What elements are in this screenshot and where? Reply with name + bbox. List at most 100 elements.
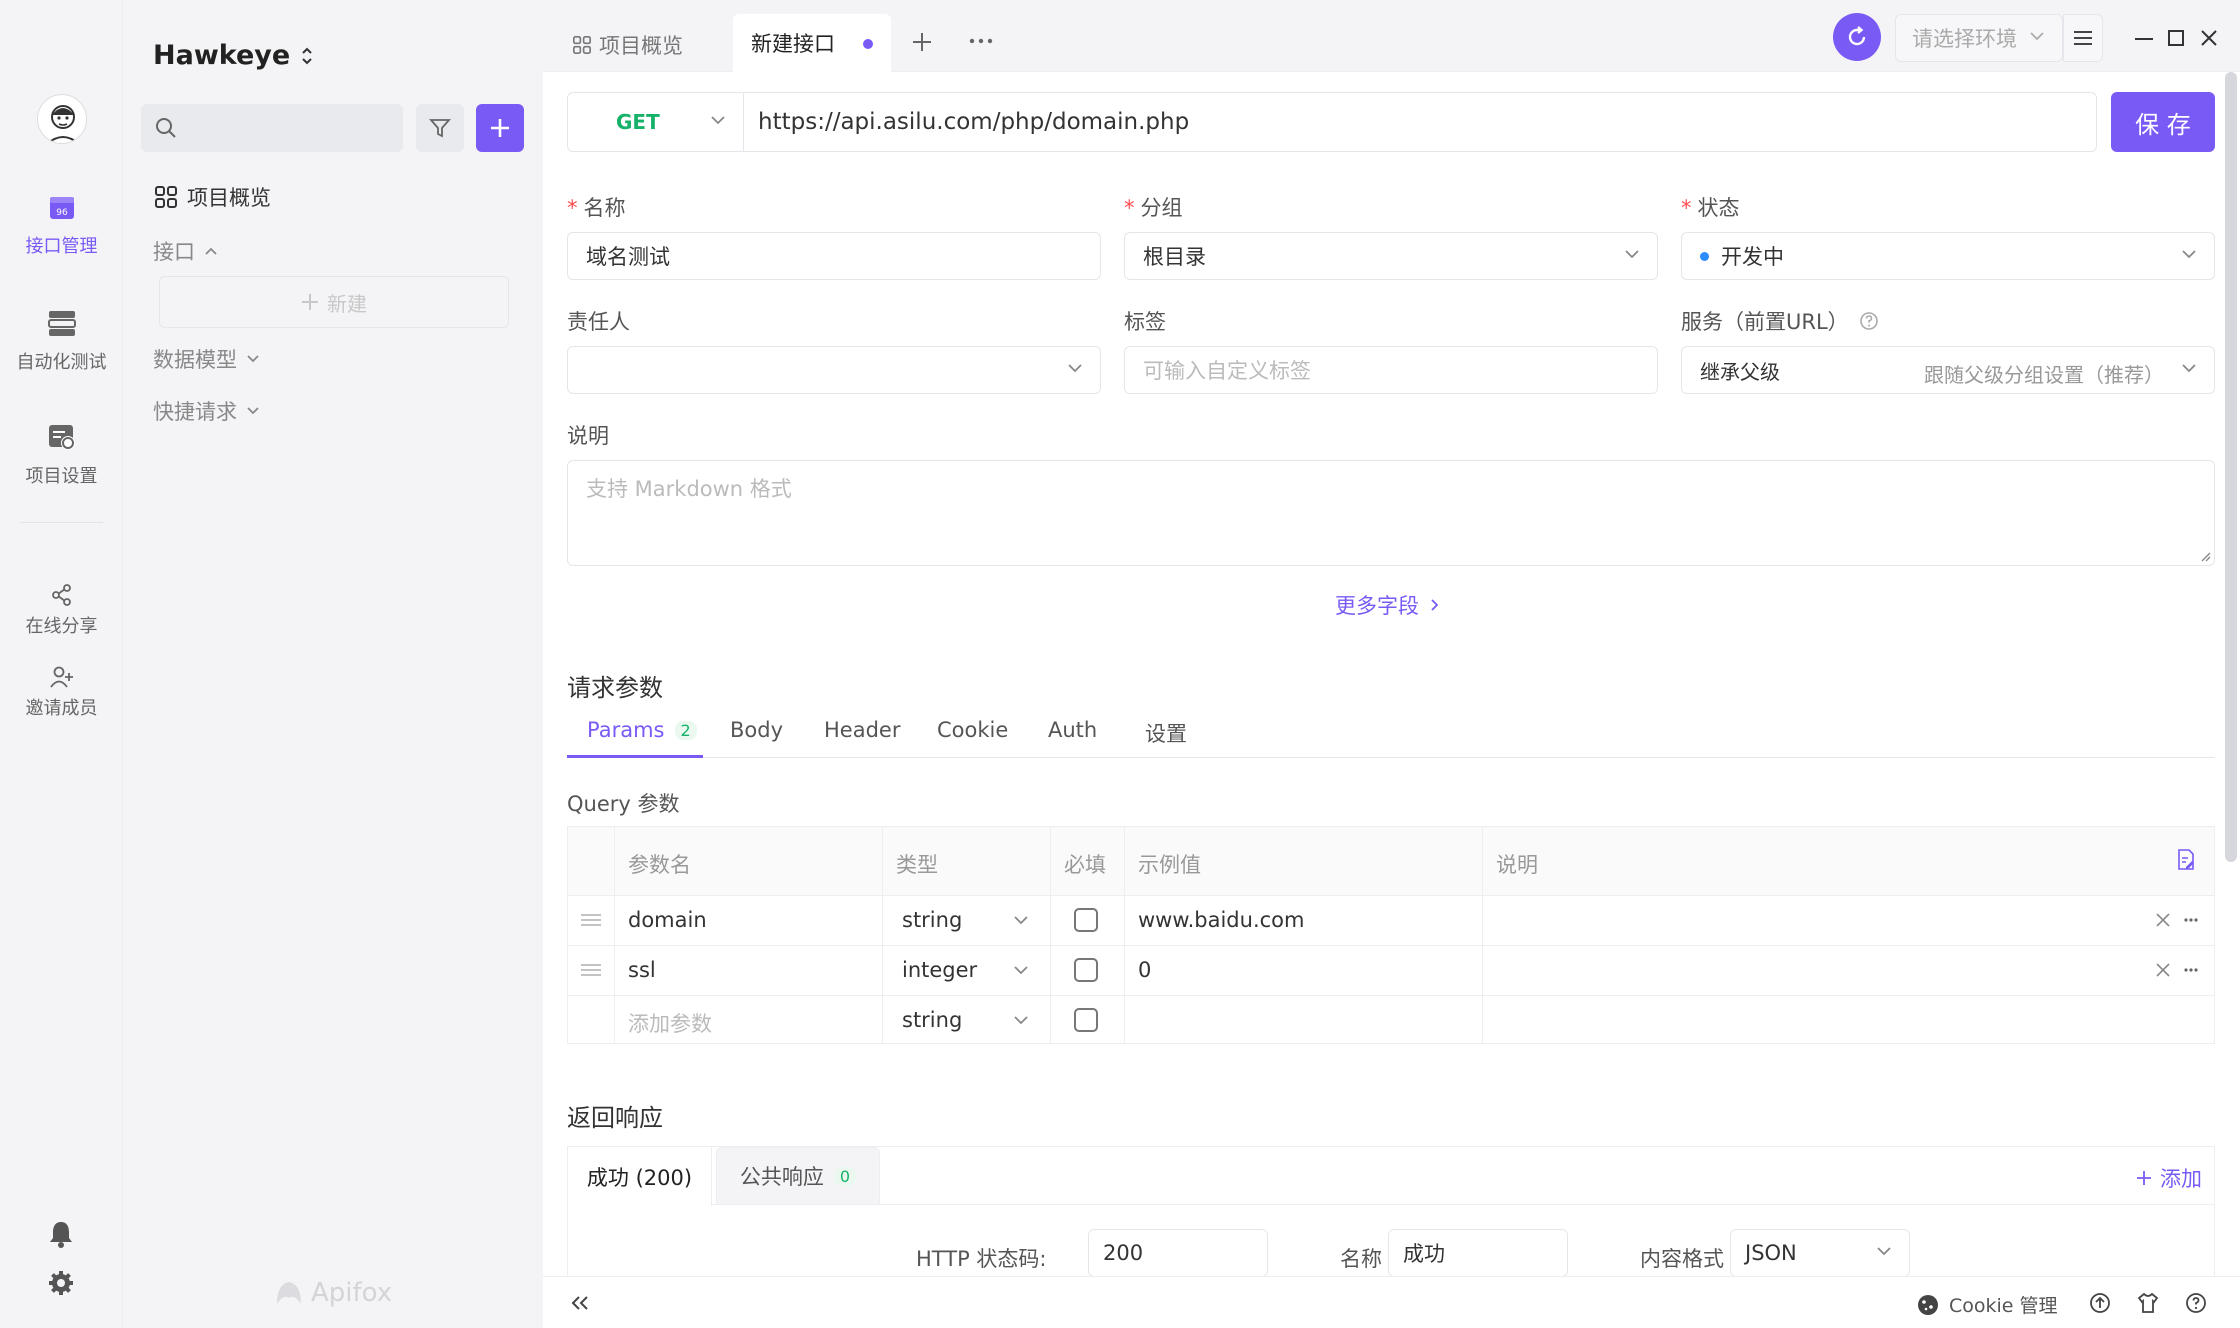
param-name[interactable]: ssl — [628, 958, 656, 982]
add-button[interactable] — [476, 104, 524, 152]
tab-response-common[interactable]: 公共响应 0 — [716, 1147, 880, 1205]
description-textarea[interactable]: 支持 Markdown 格式 — [567, 460, 2215, 566]
upload-circle-icon[interactable] — [2089, 1292, 2111, 1314]
tree-section-quick-request[interactable]: 快捷请求 — [153, 396, 259, 426]
filter-icon — [429, 117, 451, 139]
add-response-link[interactable]: 添加 — [2136, 1163, 2202, 1193]
rail-invite-member[interactable]: 邀请成员 — [0, 666, 123, 720]
sync-button[interactable] — [1833, 13, 1881, 61]
main-panel: 项目概览 新建接口 请选择环境 GET https://api.asilu.co… — [543, 0, 2240, 1328]
tab-cookie[interactable]: Cookie — [937, 718, 1008, 742]
project-switcher[interactable]: Hawkeye — [153, 40, 314, 71]
http-method: GET — [616, 110, 660, 134]
shirt-icon[interactable] — [2137, 1292, 2159, 1314]
apifox-watermark: Apifox — [275, 1278, 392, 1308]
required-checkbox[interactable] — [1074, 908, 1098, 932]
column-header: 示例值 — [1138, 853, 1201, 877]
help-circle-icon[interactable] — [1859, 311, 1879, 331]
drag-handle-icon[interactable] — [580, 963, 602, 977]
group-select[interactable]: 根目录 — [1124, 232, 1658, 280]
filter-button[interactable] — [416, 104, 464, 152]
tab-response-success[interactable]: 成功 (200) — [568, 1147, 712, 1206]
table-row: domain string www.baidu.com — [568, 896, 2214, 945]
http-status-input[interactable]: 200 — [1088, 1229, 1268, 1277]
params-tabs: Params 2 Body Header Cookie Auth 设置 — [567, 718, 2215, 758]
save-button[interactable]: 保 存 — [2111, 92, 2215, 152]
chevron-down-icon — [1625, 250, 1639, 259]
rail-item-label: 项目设置 — [25, 466, 98, 487]
row-more-ellipsis-icon[interactable] — [2184, 918, 2198, 922]
drag-handle-icon[interactable] — [580, 913, 602, 927]
group-label: * 分组 — [1124, 196, 1183, 220]
window-minimize-icon[interactable] — [2135, 38, 2153, 40]
http-method-select[interactable]: GET — [568, 93, 744, 151]
http-status-value: 200 — [1103, 1241, 1144, 1265]
owner-select[interactable] — [567, 346, 1101, 394]
required-checkbox[interactable] — [1074, 1008, 1098, 1032]
url-input[interactable]: https://api.asilu.com/php/domain.php — [758, 93, 2078, 151]
plus-icon — [2136, 1170, 2152, 1186]
name-input[interactable]: 域名测试 — [567, 232, 1101, 280]
more-fields-link[interactable]: 更多字段 — [1335, 590, 1439, 620]
notification-bell-icon[interactable] — [48, 1220, 74, 1248]
tree-section-data-model[interactable]: 数据模型 — [153, 344, 259, 374]
rail-share[interactable]: 在线分享 — [0, 584, 123, 638]
tab-settings[interactable]: 设置 — [1145, 718, 1187, 748]
param-type[interactable]: string — [902, 1008, 962, 1032]
chevron-down-icon — [1014, 966, 1028, 975]
param-example[interactable]: www.baidu.com — [1138, 908, 1304, 932]
tree-section-label: 接口 — [153, 240, 195, 264]
rail-automation-test[interactable]: 自动化测试 — [0, 308, 123, 374]
more-tabs-ellipsis-icon[interactable] — [969, 38, 993, 44]
description-label: 说明 — [567, 424, 609, 448]
automation-test-icon — [47, 308, 77, 338]
required-checkbox[interactable] — [1074, 958, 1098, 982]
remove-row-close-icon[interactable] — [2156, 913, 2170, 927]
row-more-ellipsis-icon[interactable] — [2184, 968, 2198, 972]
param-name[interactable]: domain — [628, 908, 707, 932]
tab-body[interactable]: Body — [730, 718, 783, 742]
tree-search-input[interactable] — [141, 104, 403, 152]
column-header: 参数名 — [628, 853, 691, 877]
tree-section-label: 数据模型 — [153, 348, 237, 372]
tab-new-api[interactable]: 新建接口 — [733, 14, 891, 72]
http-status-label: HTTP 状态码: — [916, 1247, 1047, 1271]
tree-overview-item[interactable]: 项目概览 — [155, 182, 271, 212]
environment-menu-button[interactable] — [2063, 14, 2103, 62]
chevron-down-icon — [1014, 916, 1028, 925]
collapse-sidebar-icon[interactable] — [571, 1296, 589, 1310]
environment-select[interactable]: 请选择环境 — [1895, 14, 2063, 62]
window-maximize-icon[interactable] — [2168, 30, 2184, 46]
user-avatar[interactable] — [37, 94, 87, 144]
tab-project-overview[interactable]: 项目概览 — [573, 30, 683, 60]
tab-auth[interactable]: Auth — [1048, 718, 1097, 742]
tab-header[interactable]: Header — [824, 718, 900, 742]
active-tab-underline — [567, 755, 703, 758]
param-example[interactable]: 0 — [1138, 958, 1151, 982]
tree-new-item-button[interactable]: 新建 — [159, 276, 509, 328]
content-type-select[interactable]: JSON — [1730, 1229, 1910, 1277]
remove-row-close-icon[interactable] — [2156, 963, 2170, 977]
resize-handle-icon[interactable] — [2199, 550, 2211, 562]
add-tab-plus-icon[interactable] — [911, 31, 933, 53]
cookie-manager-button[interactable]: Cookie 管理 — [1917, 1291, 2058, 1318]
more-fields-label: 更多字段 — [1335, 594, 1419, 618]
service-select[interactable]: 继承父级 跟随父级分组设置（推荐） — [1681, 346, 2215, 394]
param-type[interactable]: integer — [902, 958, 977, 982]
status-select[interactable]: 开发中 — [1681, 232, 2215, 280]
chevron-down-icon — [247, 355, 259, 363]
settings-gear-icon[interactable] — [48, 1270, 74, 1296]
window-close-icon[interactable] — [2200, 29, 2218, 47]
bulk-edit-icon[interactable] — [2176, 849, 2196, 871]
param-type[interactable]: string — [902, 908, 962, 932]
add-param-input[interactable]: 添加参数 — [628, 1008, 712, 1038]
tab-params[interactable]: Params 2 — [587, 718, 697, 742]
rail-api-management[interactable]: 96 接口管理 — [0, 194, 123, 258]
vertical-scrollbar[interactable] — [2225, 72, 2237, 862]
help-icon[interactable] — [2185, 1292, 2207, 1314]
tree-section-api[interactable]: 接口 — [153, 236, 217, 266]
tag-input[interactable]: 可输入自定义标签 — [1124, 346, 1658, 394]
response-name-input[interactable]: 成功 — [1388, 1229, 1568, 1277]
rail-project-settings[interactable]: 项目设置 — [0, 422, 123, 488]
tab-bar: 项目概览 新建接口 请选择环境 — [543, 0, 2240, 72]
